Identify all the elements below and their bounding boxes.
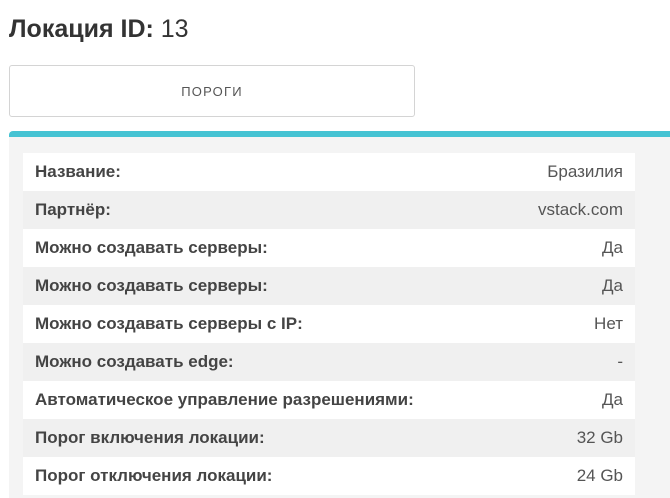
- details-row-can-create-servers-ip: Можно создавать серверы с IP: Нет: [23, 305, 635, 343]
- location-id: 13: [160, 15, 189, 43]
- details-key: Название:: [35, 162, 121, 181]
- details-row-can-create-servers-2: Можно создавать серверы: Да: [23, 267, 635, 305]
- thresholds-tab-button[interactable]: ПОРОГИ: [9, 65, 415, 117]
- page-title: Локация ID: 13: [9, 14, 189, 44]
- details-row-can-create-edge: Можно создавать edge: -: [23, 343, 635, 381]
- details-row-partner: Партнёр: vstack.com: [23, 191, 635, 229]
- details-key: Автоматическое управление разрешениями:: [35, 390, 414, 409]
- details-key: Можно создавать серверы:: [35, 238, 268, 257]
- details-row-disable-threshold: Порог отключения локации: 24 Gb: [23, 457, 635, 495]
- details-key: Можно создавать edge:: [35, 352, 234, 371]
- details-row-name: Название: Бразилия: [23, 153, 635, 191]
- details-row-enable-threshold: Порог включения локации: 32 Gb: [23, 419, 635, 457]
- details-value: vstack.com: [537, 200, 623, 219]
- details-key: Можно создавать серверы с IP:: [35, 314, 303, 333]
- details-value: -: [617, 352, 623, 371]
- page-title-label: Локация ID:: [9, 15, 154, 43]
- details-value: Да: [602, 276, 623, 295]
- location-details-panel: Название: Бразилия Партнёр: vstack.com М…: [9, 131, 670, 498]
- details-key: Порог отключения локации:: [35, 466, 273, 485]
- details-value: 32 Gb: [576, 428, 623, 447]
- details-value: Нет: [594, 314, 623, 333]
- details-table: Название: Бразилия Партнёр: vstack.com М…: [23, 153, 635, 495]
- details-row-can-create-servers: Можно создавать серверы: Да: [23, 229, 635, 267]
- details-key: Порог включения локации:: [35, 428, 265, 447]
- details-value: Бразилия: [547, 162, 623, 181]
- details-value: Да: [602, 390, 623, 409]
- details-value: 24 Gb: [576, 466, 623, 485]
- details-key: Можно создавать серверы:: [35, 276, 268, 295]
- details-value: Да: [602, 238, 623, 257]
- details-row-auto-permissions: Автоматическое управление разрешениями: …: [23, 381, 635, 419]
- details-key: Партнёр:: [35, 200, 111, 219]
